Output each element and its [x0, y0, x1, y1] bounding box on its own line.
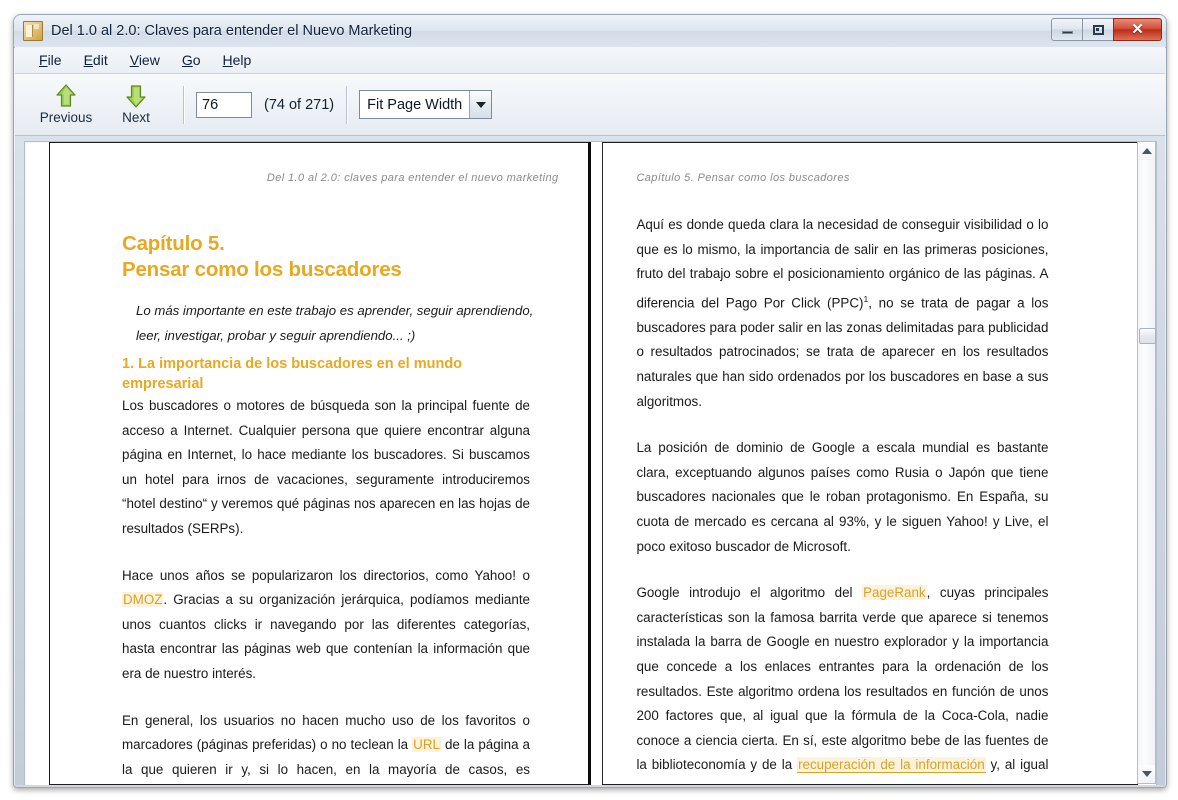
epigraph: Lo más importante en este trabajo es apr… — [136, 303, 534, 343]
triangle-up-icon — [1141, 148, 1152, 154]
close-icon: ✕ — [1131, 21, 1144, 38]
scroll-down-button[interactable] — [1138, 765, 1155, 783]
menu-item-go[interactable]: Go — [172, 49, 211, 71]
menu-item-edit[interactable]: Edit — [74, 49, 118, 71]
zoom-select[interactable]: Fit Page Width — [359, 90, 493, 119]
page-number-input[interactable] — [196, 91, 252, 118]
restore-icon — [1092, 24, 1104, 35]
window-title: Del 1.0 al 2.0: Claves para entender el … — [51, 23, 413, 39]
arrow-down-icon — [126, 85, 146, 108]
triangle-down-icon — [1141, 771, 1152, 777]
page-gutter — [590, 142, 603, 785]
vertical-scrollbar[interactable] — [1137, 141, 1156, 784]
chevron-down-icon — [475, 101, 486, 108]
toolbar-separator-2 — [346, 85, 348, 124]
toolbar-separator-1 — [183, 85, 184, 124]
scroll-up-button[interactable] — [1138, 142, 1155, 160]
scrollbar-thumb[interactable] — [1139, 328, 1156, 344]
minimize-button[interactable] — [1051, 18, 1083, 41]
toolbar: Previous Next (74 of 271) Fit Page Width — [15, 74, 1165, 136]
paragraph-text: Google introdujo el algoritmo del — [636, 585, 863, 601]
link-recuperacion-informacion[interactable]: recuperación de la información — [797, 757, 986, 774]
paragraph-text: , cuyas principales características son … — [636, 585, 1049, 773]
left-body-column: Los buscadores o motores de búsqueda son… — [122, 394, 530, 784]
page-left[interactable]: Del 1.0 al 2.0: claves para entender el … — [49, 142, 591, 785]
paragraph: En general, los usuarios no hacen mucho … — [122, 709, 530, 784]
maximize-button[interactable] — [1082, 18, 1114, 41]
page-count-label: (74 of 271) — [264, 96, 335, 113]
right-running-head: Capítulo 5. Pensar como los buscadores — [636, 172, 850, 184]
section-heading: 1. La importancia de los buscadores en e… — [122, 356, 463, 392]
arrow-up-icon — [56, 84, 76, 107]
menu-item-file[interactable]: File — [29, 49, 72, 71]
chapter-number: Capítulo 5. — [122, 232, 225, 255]
pdf-viewer-window: Del 1.0 al 2.0: Claves para entender el … — [13, 14, 1167, 788]
paragraph: Hace unos años se popularizaron los dire… — [122, 564, 530, 687]
paragraph-text: , no se trata de pagar a los buscadores … — [636, 295, 1049, 409]
application-root: Del 1.0 al 2.0: Claves para entender el … — [0, 0, 1178, 800]
title-bar: Del 1.0 al 2.0: Claves para entender el … — [14, 15, 1166, 48]
paragraph: Los buscadores o motores de búsqueda son… — [122, 398, 530, 536]
next-page-button[interactable]: Next — [101, 79, 171, 131]
left-running-head: Del 1.0 al 2.0: claves para entender el … — [266, 172, 559, 184]
previous-label: Previous — [39, 110, 93, 125]
link-url[interactable]: URL — [412, 737, 441, 753]
link-pagerank[interactable]: PageRank — [862, 585, 927, 601]
chapter-name: Pensar como los buscadores — [122, 258, 402, 281]
link-dmoz[interactable]: DMOZ — [122, 592, 164, 608]
chapter-title: Capítulo 5. Pensar como los buscadores — [122, 231, 402, 283]
paragraph: Aquí es donde queda clara la necesidad d… — [636, 213, 1048, 414]
page-right[interactable]: Capítulo 5. Pensar como los buscadores A… — [602, 142, 1138, 785]
previous-page-button[interactable]: Previous — [31, 79, 101, 131]
menu-item-view[interactable]: View — [120, 49, 170, 71]
zoom-select-value: Fit Page Width — [367, 96, 463, 113]
paragraph-text: Hace unos años se popularizaron los dire… — [122, 567, 530, 583]
right-body-column: Aquí es donde queda clara la necesidad d… — [636, 213, 1049, 784]
paragraph: La posición de dominio de Google a escal… — [636, 440, 1049, 554]
close-button[interactable]: ✕ — [1113, 18, 1162, 41]
minimize-icon — [1061, 31, 1073, 34]
paragraph: Google introdujo el algoritmo del PageRa… — [636, 581, 1049, 784]
window-bottom-edge — [15, 785, 1165, 787]
page-spread: Del 1.0 al 2.0: claves para entender el … — [25, 142, 1138, 785]
menu-item-help[interactable]: Help — [213, 49, 262, 71]
window-controls: ✕ — [1051, 18, 1162, 41]
menu-bar: File Edit View Go Help — [15, 47, 1165, 74]
book-icon — [23, 21, 43, 41]
paragraph-text: . Gracias a su organización jerárquica, … — [122, 592, 530, 681]
next-label: Next — [122, 110, 150, 125]
document-viewport[interactable]: Del 1.0 al 2.0: claves para entender el … — [24, 141, 1157, 786]
zoom-select-arrow[interactable] — [469, 91, 492, 118]
